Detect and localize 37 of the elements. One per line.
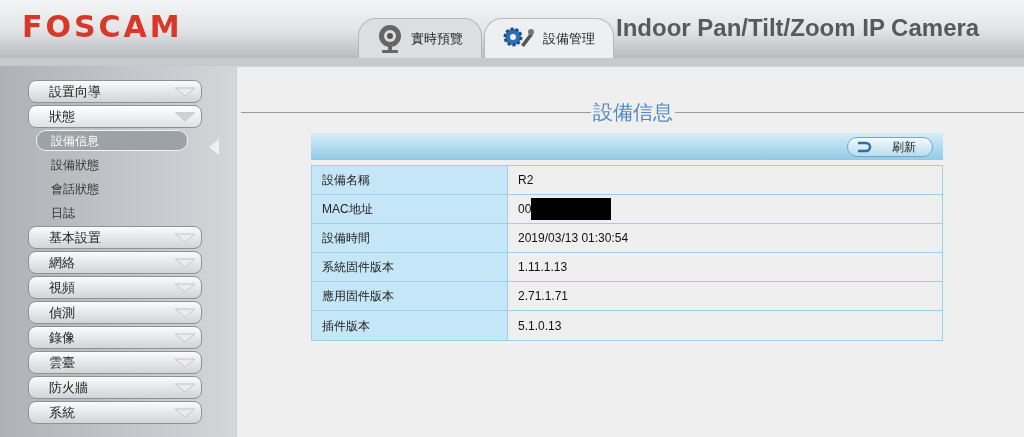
nav-tab[interactable]: 設備管理 <box>484 18 614 58</box>
dropdown-arrow-icon <box>175 282 195 293</box>
menu-item[interactable]: 雲臺 <box>28 351 202 374</box>
menu-item[interactable]: 設置向導 <box>28 80 202 103</box>
section-title: 設備信息 <box>591 99 674 126</box>
dropdown-arrow-icon <box>175 86 195 97</box>
menu-item[interactable]: 基本設置 <box>28 226 202 249</box>
menu-item[interactable]: 偵測 <box>28 301 202 324</box>
page-title: Indoor Pan/Tilt/Zoom IP Camera <box>616 13 980 43</box>
dropdown-arrow-icon <box>175 257 195 268</box>
field-label: 設備時間 <box>312 224 508 252</box>
refresh-button[interactable]: 刷新 <box>847 136 933 157</box>
dropdown-arrow-icon <box>175 357 195 368</box>
menu-item[interactable]: 視頻 <box>28 276 202 299</box>
menu-item[interactable]: 錄像 <box>28 326 202 349</box>
dropdown-arrow-icon <box>175 111 195 122</box>
submenu-item[interactable]: 設備狀態 <box>36 154 188 175</box>
dropdown-arrow-icon <box>175 382 195 393</box>
field-label: 設備名稱 <box>312 166 508 194</box>
dropdown-arrow-icon <box>175 332 195 343</box>
submenu-item[interactable]: 日誌 <box>36 202 188 223</box>
webcam-icon <box>377 23 403 54</box>
dropdown-arrow-icon <box>175 307 195 318</box>
pointer-arrow-icon <box>209 139 219 155</box>
field-label: MAC地址 <box>312 195 508 223</box>
menu-item[interactable]: 防火牆 <box>28 376 202 399</box>
menu-item[interactable]: 狀態 <box>28 105 202 128</box>
nav-tab[interactable]: 實時預覽 <box>358 18 482 58</box>
field-label: 系統固件版本 <box>312 253 508 281</box>
dropdown-arrow-icon <box>175 232 195 243</box>
logo: FOSCAM <box>22 12 183 42</box>
submenu-item[interactable]: 會話狀態 <box>36 178 188 199</box>
menu-item[interactable]: 系統 <box>28 401 202 424</box>
dropdown-arrow-icon <box>175 407 195 418</box>
field-label: 應用固件版本 <box>312 282 508 310</box>
field-label: 插件版本 <box>312 311 508 340</box>
menu-item[interactable]: 網絡 <box>28 251 202 274</box>
